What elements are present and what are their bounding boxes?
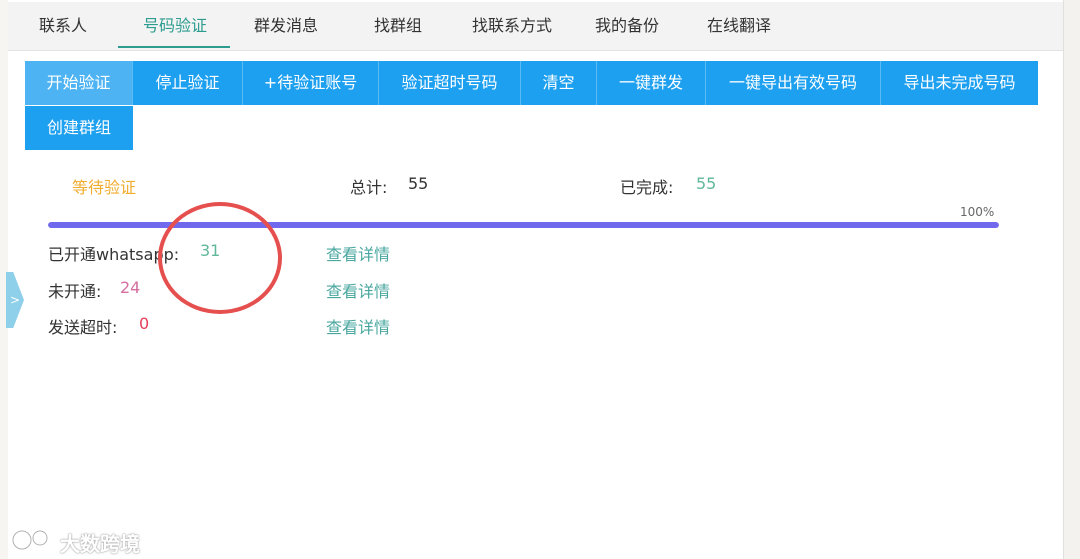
tab-online-translate[interactable]: 在线翻译	[700, 2, 778, 50]
not-opened-count: 24	[120, 278, 141, 297]
active-tab-indicator	[118, 46, 230, 48]
timeout-details-link[interactable]: 查看详情	[326, 314, 390, 338]
not-opened-label: 未开通:	[48, 282, 102, 301]
done-label: 已完成:	[620, 178, 674, 197]
total-value: 55	[408, 174, 429, 193]
tab-find-groups[interactable]: 找群组	[365, 2, 431, 50]
clear-button[interactable]: 清空	[521, 61, 597, 105]
tab-find-contacts[interactable]: 找联系方式	[466, 2, 558, 50]
done-value: 55	[696, 174, 717, 193]
tab-number-verify[interactable]: 号码验证	[130, 2, 220, 50]
send-timeout-count: 0	[139, 314, 150, 333]
watermark-icon	[11, 529, 49, 551]
not-opened-details-link[interactable]: 查看详情	[326, 278, 390, 302]
watermark-text: 大数跨境	[60, 532, 140, 556]
total-label: 总计:	[350, 178, 388, 197]
opened-details-link[interactable]: 查看详情	[326, 241, 390, 265]
watermark-logo: 大数跨境	[10, 526, 150, 556]
tab-contacts[interactable]: 联系人	[30, 2, 96, 50]
tab-bulk-message[interactable]: 群发消息	[245, 2, 327, 50]
stop-verify-button[interactable]: 停止验证	[133, 61, 243, 105]
timeout-numbers-button[interactable]: 验证超时号码	[379, 61, 521, 105]
add-pending-accounts-button[interactable]: +待验证账号	[243, 61, 379, 105]
tab-my-backup[interactable]: 我的备份	[588, 2, 666, 50]
start-verify-button[interactable]: 开始验证	[25, 61, 133, 105]
send-timeout-label: 发送超时:	[48, 318, 118, 337]
create-group-button[interactable]: 创建群组	[25, 106, 133, 150]
status-text: 等待验证	[72, 178, 137, 197]
one-click-broadcast-button[interactable]: 一键群发	[597, 61, 706, 105]
highlight-circle	[158, 202, 282, 314]
export-unfinished-button[interactable]: 导出未完成号码	[881, 61, 1038, 105]
progress-percent: 100%	[960, 205, 995, 219]
window-edge	[1063, 0, 1080, 559]
export-valid-numbers-button[interactable]: 一键导出有效号码	[706, 61, 881, 105]
